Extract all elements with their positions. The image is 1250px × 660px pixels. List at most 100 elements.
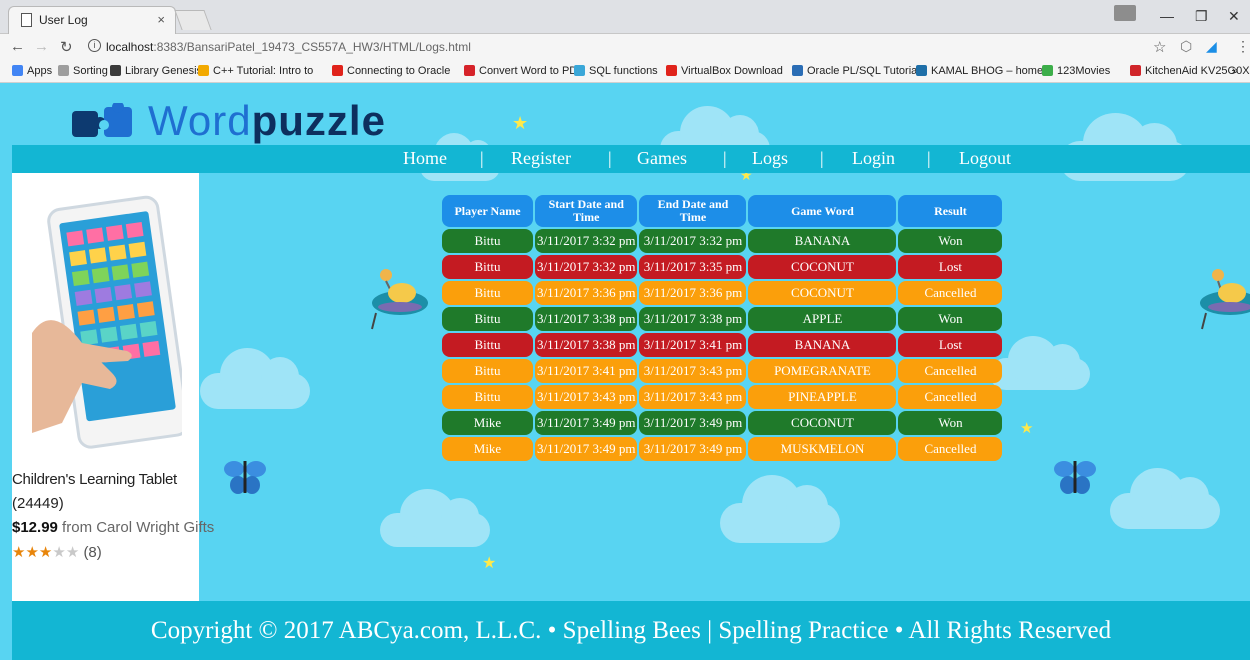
cell-start-time: 3/11/2017 3:32 pm [535, 229, 638, 253]
table-row: Bittu 3/11/2017 3:38 pm 3/11/2017 3:41 pm B… [442, 333, 1003, 357]
cell-start-time: 3/11/2017 3:41 pm [535, 359, 638, 383]
window-close-icon[interactable]: ✕ [1228, 8, 1240, 25]
cell-start-time: 3/11/2017 3:36 pm [535, 281, 638, 305]
cell-end-time: 3/11/2017 3:38 pm [639, 307, 747, 331]
url-path: :8383/BansariPatel_19473_CS557A_HW3/HTML… [153, 40, 471, 54]
extension-icon[interactable]: ◢ [1206, 38, 1217, 55]
butterfly-icon [1054, 461, 1096, 494]
cell-start-time: 3/11/2017 3:43 pm [535, 385, 638, 409]
cell-end-time: 3/11/2017 3:32 pm [639, 229, 747, 253]
url-input[interactable]: localhost:8383/BansariPatel_19473_CS557A… [106, 37, 1216, 57]
cell-start-time: 3/11/2017 3:38 pm [535, 333, 638, 357]
table-row: Bittu 3/11/2017 3:32 pm 3/11/2017 3:32 pm B… [442, 229, 1003, 253]
ufo-icon [371, 269, 428, 330]
table-row: Mike 3/11/2017 3:49 pm 3/11/2017 3:49 pm CO… [442, 411, 1003, 435]
cell-start-time: 3/11/2017 3:38 pm [535, 307, 638, 331]
bookmark-label: Convert Word to PDF [479, 65, 584, 77]
cell-result: Won [898, 307, 1003, 331]
nav-logout[interactable]: Logout [959, 148, 1011, 169]
bookmark-item[interactable]: Sorting [58, 65, 108, 77]
puzzle-logo-icon [72, 103, 132, 137]
bookmark-label: Library Genesis [125, 65, 203, 77]
col-header-start: Start Date and Time [535, 195, 638, 227]
bookmark-item[interactable]: Convert Word to PDF [464, 65, 584, 77]
col-header-result: Result [898, 195, 1003, 227]
table-row: Bittu 3/11/2017 3:38 pm 3/11/2017 3:38 pm A… [442, 307, 1003, 331]
bookmark-item[interactable]: VirtualBox Download [666, 65, 783, 77]
minimize-icon[interactable]: — [1160, 8, 1174, 24]
bookmarks-bar: Apps Sorting Library Genesis C++ Tutorial: … [0, 61, 1250, 83]
nav-separator: | [723, 148, 727, 168]
bookmark-item[interactable]: SQL functions [574, 65, 658, 77]
bookmark-favicon-icon [792, 65, 803, 76]
bookmark-favicon-icon [464, 65, 475, 76]
bookmark-star-icon[interactable]: ☆ [1153, 38, 1166, 56]
ad-seller: from Carol Wright Gifts [57, 519, 215, 536]
maximize-icon[interactable]: ❐ [1195, 8, 1208, 25]
cell-game-word: MUSKMELON [748, 437, 897, 461]
nav-logs[interactable]: Logs [752, 148, 788, 169]
shield-icon[interactable]: ⬡ [1180, 38, 1192, 55]
ad-product-title[interactable]: Children's Learning Tablet [12, 471, 177, 488]
col-header-word: Game Word [748, 195, 897, 227]
cell-player: Mike [442, 411, 533, 435]
nav-games[interactable]: Games [637, 148, 687, 169]
cell-start-time: 3/11/2017 3:49 pm [535, 411, 638, 435]
bookmark-label: VirtualBox Download [681, 65, 783, 77]
cell-game-word: PINEAPPLE [748, 385, 897, 409]
back-arrow-icon[interactable]: ← [10, 38, 25, 55]
bookmark-item[interactable]: Oracle PL/SQL Tutoria [792, 65, 917, 77]
bookmark-item[interactable]: C++ Tutorial: Intro to [198, 65, 313, 77]
nav-home[interactable]: Home [403, 148, 447, 169]
profile-icon[interactable] [1114, 5, 1136, 21]
ad-rating-count: (8) [83, 544, 102, 561]
ad-panel[interactable]: Children's Learning Tablet (24449) $12.9… [12, 173, 214, 601]
cell-end-time: 3/11/2017 3:35 pm [639, 255, 747, 279]
bookmark-favicon-icon [666, 65, 677, 76]
browser-tab[interactable]: User Log × [8, 6, 176, 34]
cell-result: Lost [898, 255, 1003, 279]
logo-text: Wordpuzzle [148, 97, 386, 145]
cloud-decoration [720, 475, 840, 543]
logo-text-bold: puzzle [251, 97, 386, 144]
cell-end-time: 3/11/2017 3:41 pm [639, 333, 747, 357]
bookmark-item[interactable]: Apps [12, 65, 52, 77]
forward-arrow-icon[interactable]: → [34, 38, 49, 55]
tab-close-button[interactable]: × [157, 12, 165, 27]
cell-player: Bittu [442, 281, 533, 305]
star-filled-icon: ★ [12, 544, 26, 561]
star-decoration: ★ [512, 113, 529, 133]
menu-icon[interactable]: ⋮ [1236, 38, 1250, 55]
bookmark-label: Sorting [73, 65, 108, 77]
cell-player: Bittu [442, 333, 533, 357]
bookmark-label: Apps [27, 65, 53, 77]
nav-login[interactable]: Login [852, 148, 895, 169]
reload-icon[interactable]: ↻ [60, 38, 73, 56]
cell-player: Bittu [442, 359, 533, 383]
bookmark-item[interactable]: Connecting to Oracle [332, 65, 450, 77]
nav-separator: | [608, 148, 612, 168]
user-log-table: Player Name Start Date and Time End Date… [440, 193, 1004, 463]
site-footer: Copyright © 2017 ABCya.com, L.L.C. • Spe… [12, 601, 1250, 660]
bookmark-item[interactable]: Library Genesis [110, 65, 202, 77]
new-tab-button[interactable] [174, 10, 212, 30]
info-icon[interactable]: i [88, 39, 101, 52]
more-bookmarks-button[interactable]: » [1232, 65, 1238, 77]
nav-separator: | [480, 148, 484, 168]
bookmark-label: Connecting to Oracle [347, 65, 451, 77]
nav-register[interactable]: Register [511, 148, 571, 169]
footer-copyright: Copyright © 2017 ABCya.com, L.L.C. • Spe… [150, 617, 1112, 644]
cell-result: Cancelled [898, 437, 1003, 461]
table-row: Bittu 3/11/2017 3:43 pm 3/11/2017 3:43 pm P… [442, 385, 1003, 409]
cell-end-time: 3/11/2017 3:36 pm [639, 281, 747, 305]
bookmark-favicon-icon [916, 65, 927, 76]
cell-player: Bittu [442, 255, 533, 279]
tablet-product-image[interactable] [32, 183, 182, 453]
main-nav: Home | Register | Games | Logs | Login |… [12, 145, 1250, 173]
address-bar: ← → ↻ i localhost:8383/BansariPatel_1947… [0, 34, 1250, 61]
bookmark-item[interactable]: KAMAL BHOG – home [916, 65, 1043, 77]
bookmark-item[interactable]: 123Movies [1042, 65, 1110, 77]
page-icon [21, 13, 32, 27]
cell-game-word: COCONUT [748, 281, 897, 305]
cell-game-word: COCONUT [748, 411, 897, 435]
